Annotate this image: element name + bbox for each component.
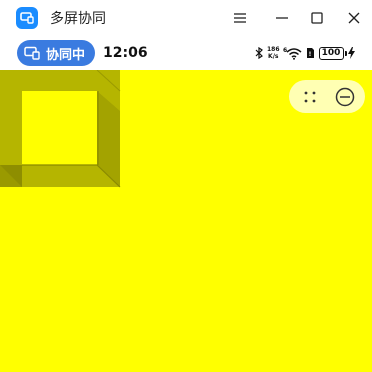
floating-controls [289, 80, 365, 113]
network-speed-unit: K/s [268, 53, 279, 60]
close-icon [348, 12, 360, 24]
window-title: 多屏协同 [50, 11, 106, 27]
multi-screen-collaboration-icon [16, 7, 38, 29]
bluetooth-icon [255, 47, 263, 59]
square-frame-shape [0, 70, 121, 188]
menu-button[interactable] [226, 4, 254, 32]
status-icons: 186 K/s 6 ! 100 [255, 45, 355, 61]
battery-icon: 100 [318, 46, 347, 60]
minimize-icon [276, 17, 288, 19]
maximize-button[interactable] [303, 4, 331, 32]
minimize-circle-icon [335, 87, 355, 107]
collaboration-status-label: 协同中 [46, 47, 86, 63]
phone-status-bar: 协同中 12:06 186 K/s 6 ! 100 [0, 36, 372, 70]
collaboration-status-pill[interactable]: 协同中 [17, 40, 95, 66]
svg-text:!: ! [308, 51, 311, 58]
network-speed-value: 186 [267, 46, 280, 53]
svg-text:6: 6 [283, 47, 287, 54]
drag-handle-button[interactable] [299, 86, 321, 108]
battery-level: 100 [318, 46, 344, 60]
sim-icon: ! [306, 48, 314, 58]
maximize-icon [311, 12, 323, 24]
network-speed: 186 K/s [267, 46, 280, 60]
mirrored-screen-content[interactable] [0, 70, 372, 372]
minimize-window-button[interactable] [334, 86, 356, 108]
window-titlebar: 多屏协同 [0, 0, 372, 36]
multi-screen-collaboration-icon [24, 46, 40, 60]
wifi-6-icon: 6 [283, 47, 302, 60]
status-clock: 12:06 [103, 45, 148, 61]
drag-dots-icon [304, 91, 316, 103]
minimize-button[interactable] [268, 4, 296, 32]
charging-icon [347, 47, 355, 59]
menu-icon [234, 13, 246, 23]
close-button[interactable] [340, 4, 368, 32]
